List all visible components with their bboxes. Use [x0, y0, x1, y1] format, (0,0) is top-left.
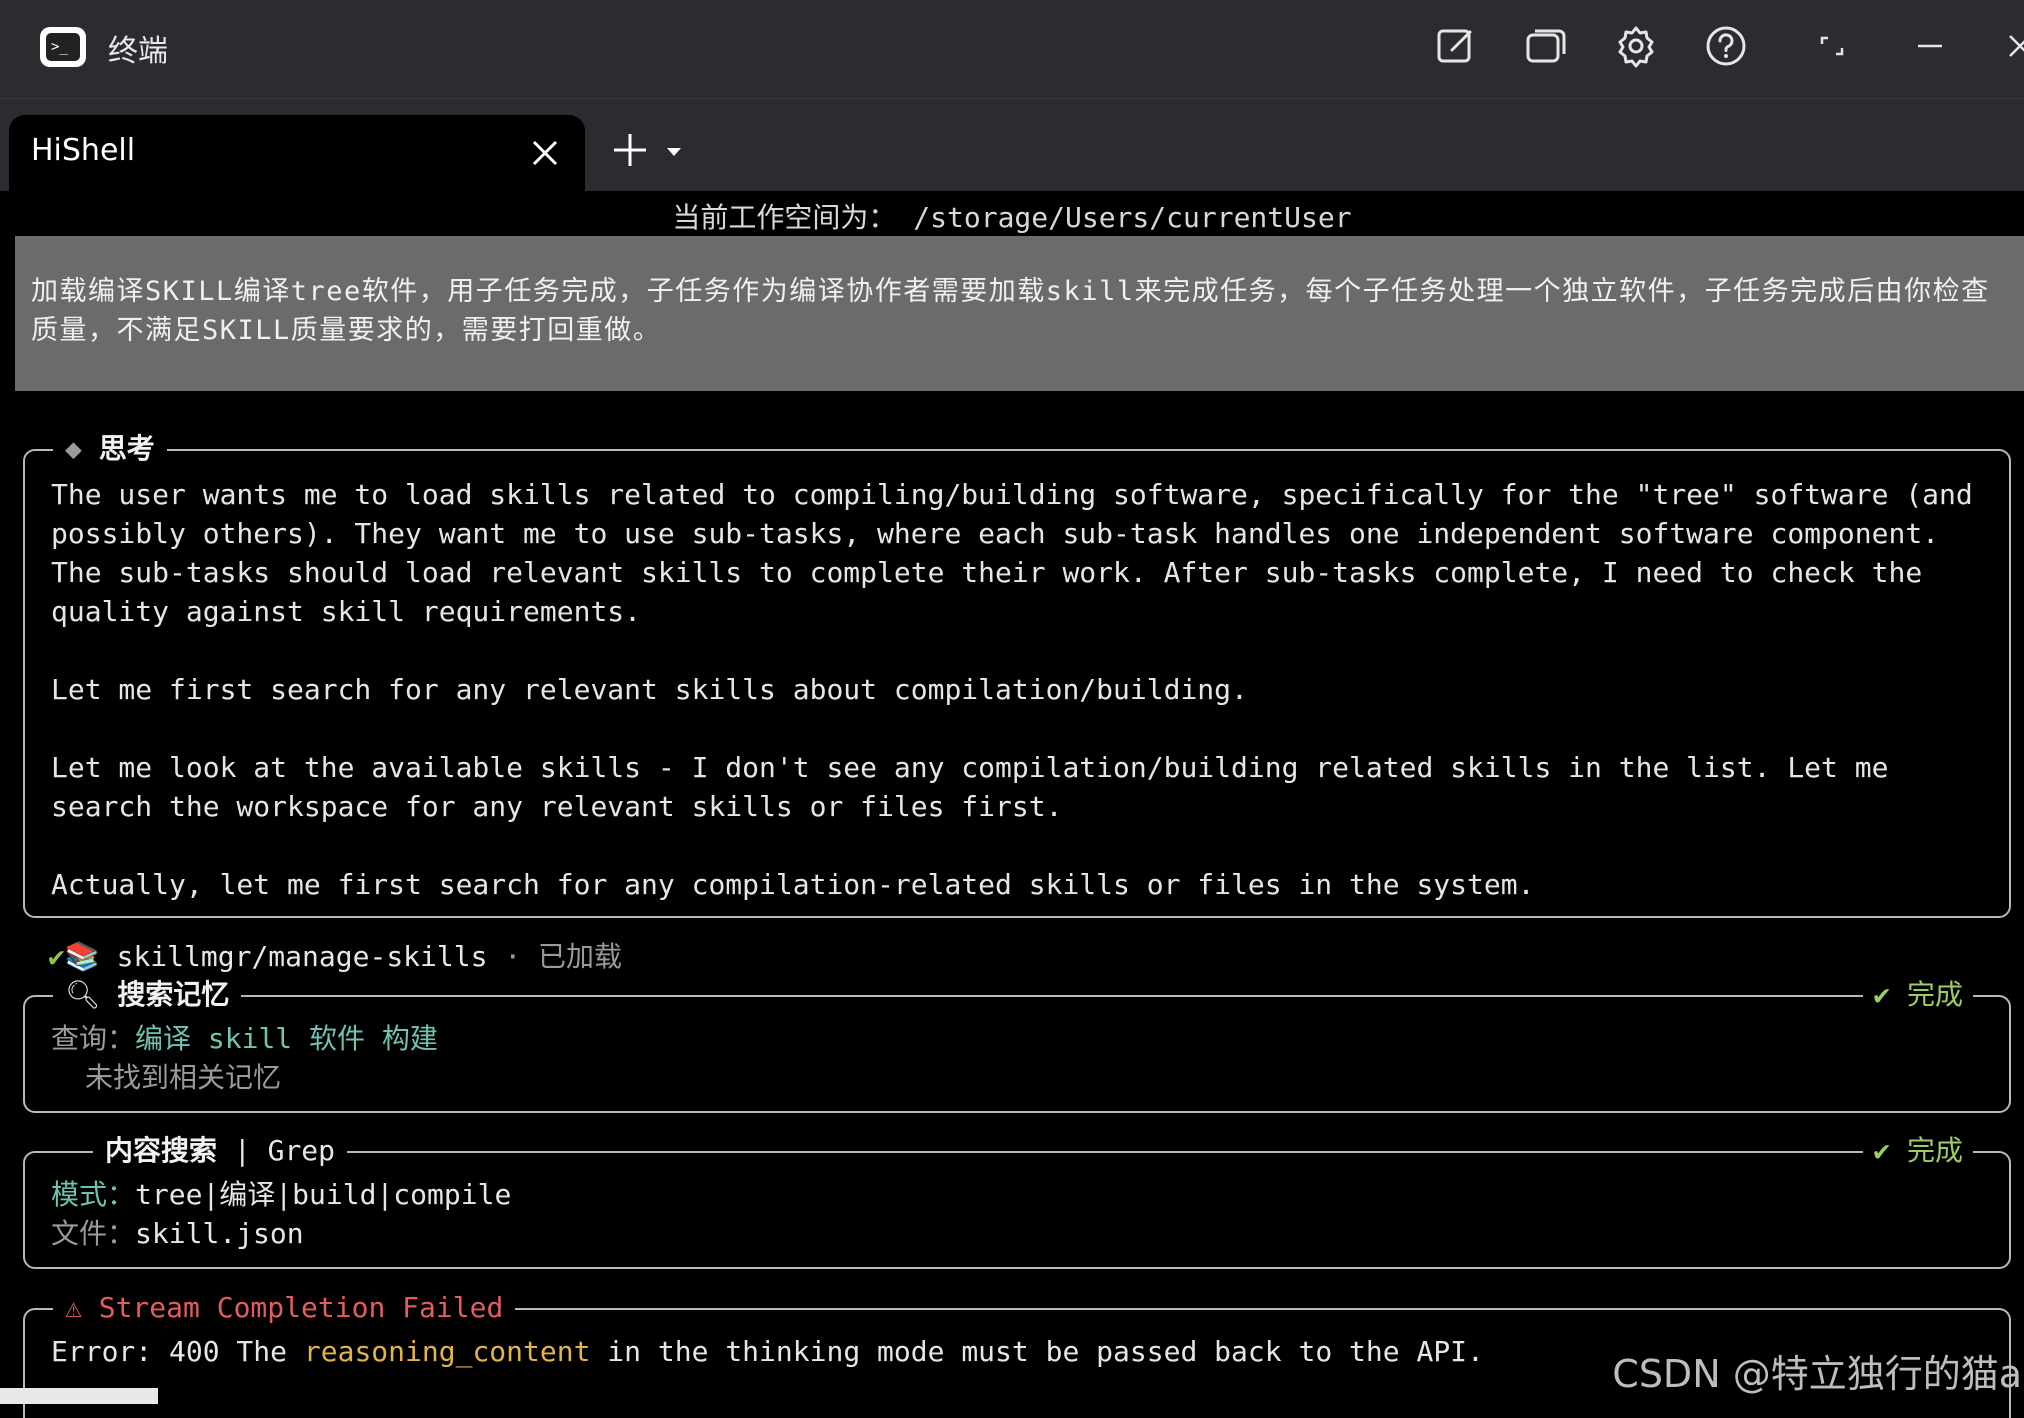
thinking-line: Let me first search for any relevant ski… — [51, 673, 1248, 706]
query-value: 编译 skill 软件 构建 — [135, 1022, 438, 1055]
memory-result: 未找到相关记忆 — [85, 1061, 282, 1094]
window-title: 终端 — [108, 34, 168, 69]
thinking-line: quality against skill requirements. — [51, 595, 642, 628]
close-icon[interactable] — [1998, 24, 2024, 68]
pattern-value: tree|编译|build|compile — [135, 1178, 512, 1211]
user-prompt-text: 加载编译SKILL编译tree软件，用子任务完成，子任务作为编译协作者需要加载s… — [31, 276, 1990, 346]
skill-name: skillmgr/manage-skills — [116, 940, 488, 973]
thinking-line: search the workspace for any relevant sk… — [51, 790, 1063, 823]
help-icon[interactable] — [1704, 24, 1748, 68]
error-header: ⚠ Stream Completion Failed — [53, 1288, 516, 1328]
gear-icon[interactable] — [1614, 24, 1658, 68]
memory-search-panel: 🔍︎ 搜索记忆 ✔ 完成 查询：编译 skill 软件 构建 未找到相关记忆 — [23, 975, 2011, 1113]
tab-label: HiShell — [31, 133, 136, 168]
check-icon: ✔ — [1873, 1134, 1891, 1167]
thinking-title: 思考 — [98, 432, 155, 465]
tab-close-icon[interactable] — [529, 137, 561, 169]
check-icon: ✔ — [48, 940, 65, 973]
content-search-header: 内容搜索 | Grep — [93, 1131, 348, 1171]
memory-search-title: 搜索记忆 — [117, 978, 230, 1011]
bottom-strip — [0, 1388, 158, 1404]
pattern-label: 模式： — [51, 1178, 136, 1211]
user-prompt-block: 加载编译SKILL编译tree软件，用子任务完成，子任务作为编译协作者需要加载s… — [15, 236, 2024, 391]
terminal-prompt-glyph: >_ — [46, 33, 80, 61]
window-icon[interactable] — [1524, 24, 1568, 68]
thinking-line: The sub-tasks should load relevant skill… — [51, 556, 1923, 589]
pattern-line: 模式：tree|编译|build|compile — [51, 1175, 511, 1214]
query-label: 查询： — [51, 1022, 136, 1055]
file-value: skill.json — [135, 1217, 304, 1250]
file-label: 文件： — [51, 1217, 136, 1250]
fullscreen-icon[interactable] — [1810, 24, 1854, 68]
chevron-down-icon[interactable] — [664, 144, 684, 158]
thinking-line: Let me look at the available skills - I … — [51, 751, 1889, 784]
edit-icon[interactable] — [1434, 24, 1478, 68]
content-search-tool: | Grep — [233, 1134, 336, 1167]
thinking-header: ◆ 思考 — [53, 429, 167, 469]
status-text: 完成 — [1906, 1134, 1963, 1167]
minimize-icon[interactable] — [1908, 24, 1952, 68]
tab-hishell[interactable]: HiShell — [9, 115, 585, 191]
content-search-panel: 内容搜索 | Grep ✔ 完成 模式：tree|编译|build|compil… — [23, 1131, 2011, 1269]
watermark: CSDN @特立独行的猫a — [1612, 1352, 2022, 1396]
content-search-title: 内容搜索 — [105, 1134, 218, 1167]
check-icon: ✔ — [1873, 978, 1891, 1011]
thinking-panel: ◆ 思考 The user wants me to load skills re… — [23, 429, 2011, 918]
warning-icon: ⚠ — [65, 1291, 99, 1324]
error-prefix: Error: 400 The — [51, 1335, 304, 1368]
thinking-line: possibly others). They want me to use su… — [51, 517, 1940, 550]
thinking-line: Actually, let me first search for any co… — [51, 868, 1535, 901]
title-bar: >_ 终端 — [0, 0, 2024, 99]
error-highlight: reasoning_content — [303, 1335, 591, 1368]
terminal-app-icon: >_ — [40, 27, 86, 67]
memory-search-status: ✔ 完成 — [1863, 975, 1973, 1015]
skill-separator: · — [504, 940, 522, 973]
error-message: Error: 400 The reasoning_content in the … — [51, 1332, 1484, 1371]
content-search-status: ✔ 完成 — [1863, 1131, 1973, 1171]
magnifier-icon: 🔍︎ — [65, 978, 118, 1011]
memory-query-line: 查询：编译 skill 软件 构建 — [51, 1019, 438, 1058]
thinking-line: The user wants me to load skills related… — [51, 478, 1973, 511]
diamond-icon: ◆ — [65, 432, 99, 465]
memory-search-header: 🔍︎ 搜索记忆 — [53, 975, 242, 1015]
skill-status: 已加载 — [538, 940, 623, 973]
error-suffix: in the thinking mode must be passed back… — [590, 1335, 1484, 1368]
new-tab-plus-icon[interactable] — [612, 132, 648, 168]
error-title: Stream Completion Failed — [98, 1291, 504, 1324]
status-text: 完成 — [1906, 978, 1963, 1011]
books-icon: 📚 — [64, 940, 100, 973]
skill-loaded-line: ✔📚 skillmgr/manage-skills · 已加载 — [48, 937, 622, 976]
workspace-path-line: 当前工作空间为： /storage/Users/currentUser — [672, 201, 1352, 234]
file-line: 文件：skill.json — [51, 1214, 304, 1253]
tab-strip: HiShell — [0, 99, 2024, 191]
